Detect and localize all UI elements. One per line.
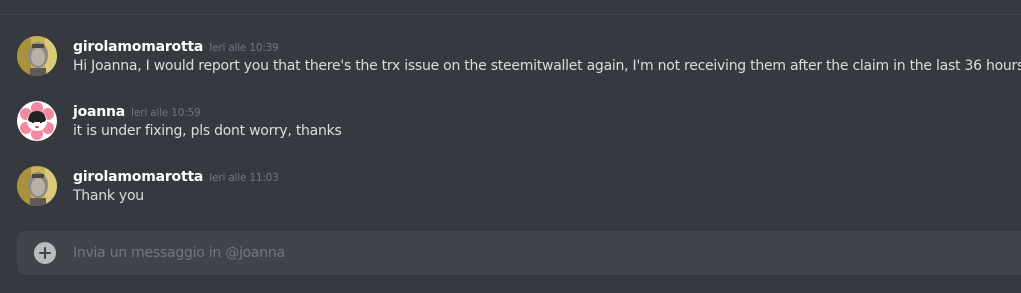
chat-view: girolamomarotta Ieri alle 10:39 Hi Joanna… xyxy=(0,0,1021,293)
message-header: joanna Ieri alle 10:59 xyxy=(73,101,201,120)
message-header: girolamomarotta Ieri alle 10:39 xyxy=(73,36,279,55)
user-photo-icon[interactable] xyxy=(17,36,57,76)
timestamp: Ieri alle 10:39 xyxy=(209,42,279,54)
message-input[interactable] xyxy=(73,231,1003,275)
message-text: Thank you xyxy=(73,188,144,204)
top-divider xyxy=(0,14,1021,15)
user-photo-icon[interactable] xyxy=(17,166,57,206)
message-header: girolamomarotta Ieri alle 11:03 xyxy=(73,166,279,185)
cartoon-flower-girl-icon[interactable] xyxy=(17,101,57,141)
username[interactable]: girolamomarotta xyxy=(73,39,203,55)
timestamp: Ieri alle 11:03 xyxy=(209,172,279,184)
username[interactable]: joanna xyxy=(73,104,125,120)
message-text: it is under fixing, pls dont worry, than… xyxy=(73,123,342,139)
username[interactable]: girolamomarotta xyxy=(73,169,203,185)
timestamp: Ieri alle 10:59 xyxy=(131,107,201,119)
message-composer xyxy=(17,231,1021,275)
plus-circle-icon[interactable] xyxy=(34,242,56,264)
message-text: Hi Joanna, I would report you that there… xyxy=(73,58,1021,74)
